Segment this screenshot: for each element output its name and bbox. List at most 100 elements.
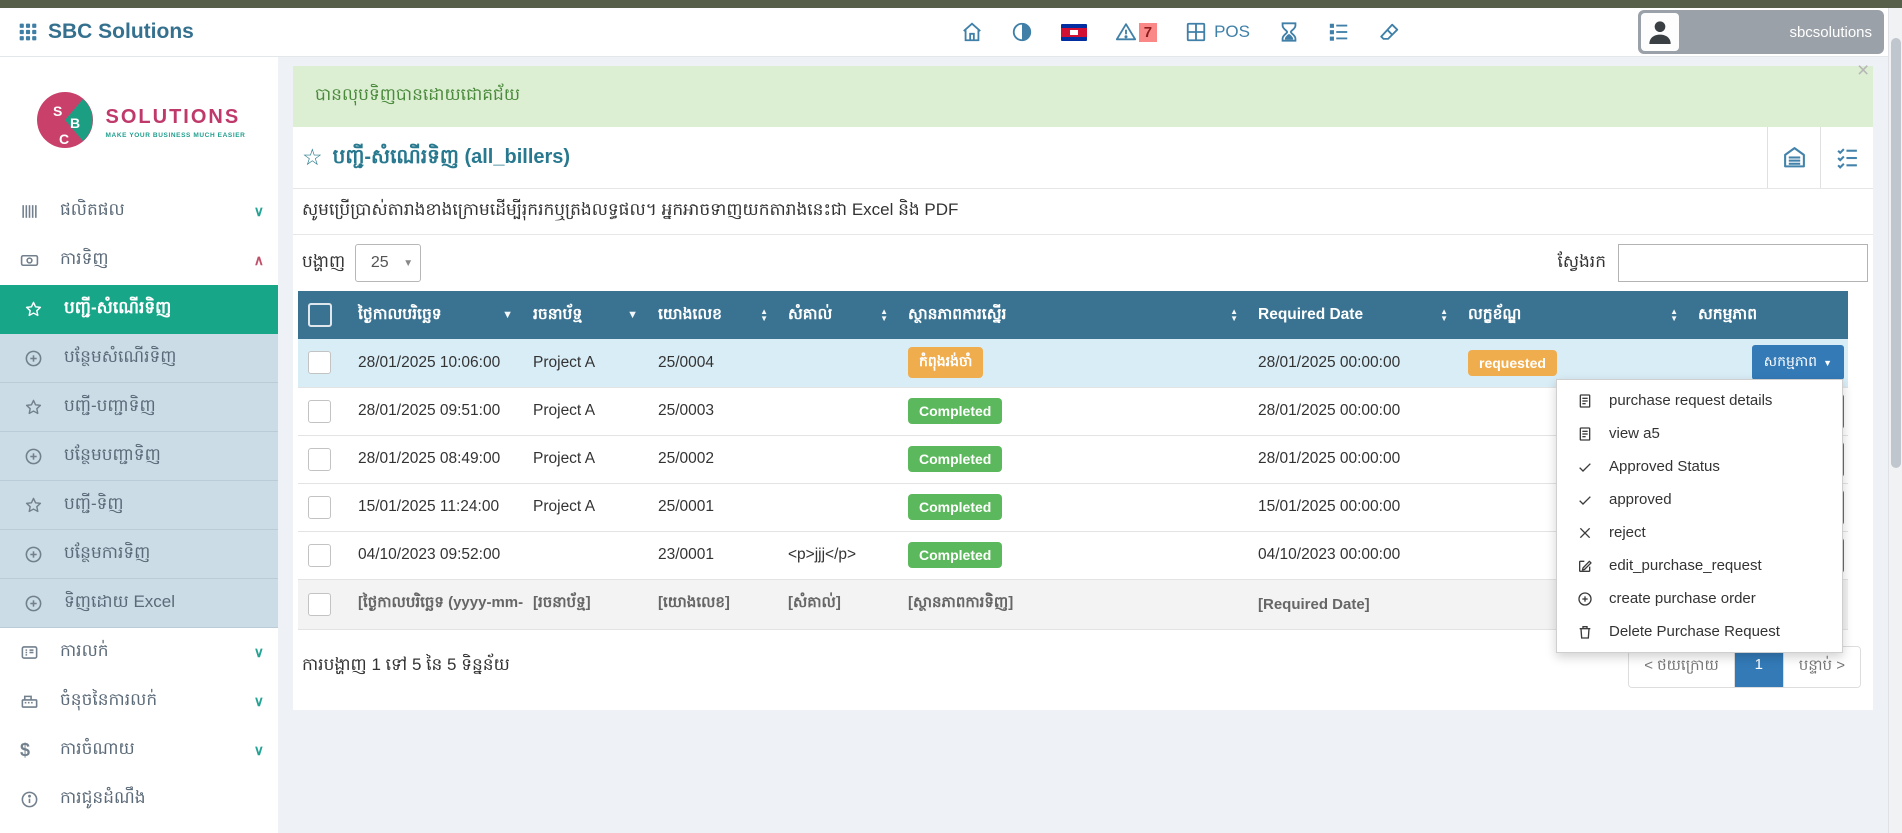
alerts-button[interactable]: 7 — [1115, 21, 1157, 43]
row-checkbox[interactable] — [308, 351, 331, 374]
row-checkbox[interactable] — [308, 496, 331, 519]
dropdown-item[interactable]: Delete Purchase Request — [1557, 615, 1842, 648]
sidebar-item[interactable]: បន្ថែមសំណើរទិញ — [0, 334, 278, 383]
sidebar-item[interactable]: ទិញដោយ Excel — [0, 579, 278, 628]
flag-cambodia-icon[interactable] — [1061, 24, 1087, 41]
row-checkbox[interactable] — [308, 544, 331, 567]
alert-count-badge: 7 — [1139, 23, 1157, 42]
column-header[interactable]: ថ្ងៃកាលបរិច្ឆេទ▼ — [348, 291, 523, 339]
sidebar-item[interactable]: ការជូនដំណឹង — [0, 775, 278, 824]
checkbox-cell — [298, 387, 348, 435]
sidebar-item[interactable]: ផលិតផល∨ — [0, 187, 278, 236]
user-menu[interactable]: sbcsolutions — [1638, 10, 1884, 54]
vertical-scrollbar[interactable] — [1888, 8, 1902, 833]
row-checkbox[interactable] — [308, 448, 331, 471]
dropdown-item[interactable]: view a5 — [1557, 417, 1842, 450]
date-cell: 04/10/2023 09:52:00 — [348, 531, 523, 579]
sidebar-item[interactable]: បញ្ជី-បញ្ជាទិញ — [0, 383, 278, 432]
eraser-icon[interactable] — [1378, 21, 1400, 43]
column-header[interactable]: រចនាប័ទ្ម▼ — [523, 291, 648, 339]
pos-button[interactable]: POS — [1185, 21, 1250, 43]
bars-icon — [20, 202, 46, 221]
column-header[interactable]: យោងលេខ▲▼ — [648, 291, 778, 339]
row-checkbox[interactable] — [308, 593, 331, 616]
sidebar-item-label: ការចំណាយ — [60, 738, 135, 763]
dropdown-item[interactable]: approved — [1557, 483, 1842, 516]
required-date-cell: 28/01/2025 00:00:00 — [1248, 339, 1458, 387]
sidebar-item-label: បញ្ជី-បញ្ជាទិញ — [64, 395, 156, 420]
select-all-checkbox[interactable] — [308, 303, 332, 327]
sidebar-item[interactable]: $ការចំណាយ∨ — [0, 726, 278, 775]
brand[interactable]: SBC Solutions — [18, 20, 194, 44]
row-checkbox[interactable] — [308, 400, 331, 423]
filter-cell[interactable]: [ថ្ងៃកាលបរិច្ឆេទ (yyyy-mm-d — [348, 579, 523, 629]
column-header[interactable]: សំគាល់▲▼ — [778, 291, 898, 339]
filter-cell[interactable]: [ស្ថានភាពការទិញ] — [898, 579, 1248, 629]
status-badge: Completed — [908, 494, 1002, 520]
checkbox-cell — [298, 435, 348, 483]
x-icon — [1577, 525, 1593, 541]
sort-both-icon: ▲▼ — [1230, 308, 1238, 322]
select-all-header[interactable] — [298, 291, 348, 339]
warehouse-icon[interactable] — [1767, 127, 1820, 188]
column-header-label: Required Date — [1258, 306, 1363, 324]
action-button[interactable]: សកម្មភាព▼ — [1752, 345, 1844, 380]
required-date-cell: 15/01/2025 00:00:00 — [1248, 483, 1458, 531]
hourglass-icon[interactable] — [1278, 21, 1300, 43]
dropdown-item[interactable]: Approved Status — [1557, 450, 1842, 483]
filter-cell[interactable]: [សំគាល់] — [778, 579, 898, 629]
list-icon[interactable] — [1328, 21, 1350, 43]
dropdown-item-label: purchase request details — [1609, 392, 1772, 409]
sidebar-item-label: បន្ថែមសំណើរទិញ — [64, 346, 176, 371]
search-input[interactable] — [1618, 244, 1868, 282]
page-length-control: បង្ហាញ 25 ▼ — [302, 244, 421, 282]
plus-circle-icon — [24, 594, 50, 613]
chevron-down-icon: ∨ — [254, 742, 264, 759]
column-header[interactable]: ស្ថានភាពការស្នើរ▲▼ — [898, 291, 1248, 339]
star-icon — [24, 496, 50, 515]
home-icon[interactable] — [961, 21, 983, 43]
dropdown-item-label: approved — [1609, 491, 1672, 508]
sidebar-item[interactable]: ចំនុចនៃការលក់∨ — [0, 677, 278, 726]
sidebar-item[interactable]: បន្ថែមការទិញ — [0, 530, 278, 579]
sidebar-item[interactable]: បញ្ជី-សំណើរទិញ — [0, 285, 278, 334]
style-cell: Project A — [523, 339, 648, 387]
filter-cell[interactable]: [រចនាប័ទ្ម] — [523, 579, 648, 629]
sidebar-item[interactable]: ការលក់∨ — [0, 628, 278, 677]
dropdown-item[interactable]: create purchase order — [1557, 582, 1842, 615]
page-length-select[interactable]: 25 ▼ — [355, 244, 421, 282]
sidebar-item-label: បន្ថែមការទិញ — [64, 542, 150, 567]
dropdown-item[interactable]: reject — [1557, 516, 1842, 549]
reference-cell: 25/0001 — [648, 483, 778, 531]
column-header-label: លក្ខខ័ណ្ឌ — [1468, 304, 1521, 327]
style-cell: Project A — [523, 435, 648, 483]
filter-cell[interactable]: [Required Date] — [1248, 579, 1458, 629]
sidebar-item[interactable]: ការទិញ∧ — [0, 236, 278, 285]
style-cell — [523, 531, 648, 579]
table-description: សូមប្រើប្រាស់តារាងខាងក្រោមដើម្បីរុករកឬត្… — [293, 189, 1873, 235]
dropdown-item[interactable]: edit_purchase_request — [1557, 549, 1842, 582]
sidebar-item[interactable]: បញ្ជី-ទិញ — [0, 481, 278, 530]
checkbox-cell — [298, 483, 348, 531]
sidebar-item[interactable]: បន្ថែមបញ្ជាទិញ — [0, 432, 278, 481]
checklist-icon[interactable] — [1820, 127, 1873, 188]
success-alert: បានលុបទិញបានដោយជោគជ័យ — [293, 66, 1873, 127]
status-badge: Completed — [908, 446, 1002, 472]
svg-text:B: B — [70, 115, 80, 131]
column-header[interactable]: សកម្មភាព — [1688, 291, 1848, 339]
dropdown-item-label: create purchase order — [1609, 590, 1756, 607]
close-icon[interactable]: × — [1857, 59, 1869, 83]
column-header[interactable]: Required Date▲▼ — [1248, 291, 1458, 339]
sidebar-item-label: ការទិញ — [60, 248, 109, 273]
sort-desc-icon: ▼ — [502, 309, 513, 321]
scrollbar-thumb[interactable] — [1891, 38, 1901, 468]
filter-cell[interactable]: [យោងលេខ] — [648, 579, 778, 629]
search-label: ស្វែងរក — [1557, 251, 1606, 276]
card-header: ☆ បញ្ជី-សំណើរទិញ (all_billers) — [293, 127, 1873, 189]
filter-cell[interactable] — [298, 579, 348, 629]
required-date-cell: 28/01/2025 00:00:00 — [1248, 435, 1458, 483]
navbar: SBC Solutions 7 POS sbcsolutions — [0, 8, 1902, 57]
contrast-icon[interactable] — [1011, 21, 1033, 43]
column-header[interactable]: លក្ខខ័ណ្ឌ▲▼ — [1458, 291, 1688, 339]
dropdown-item[interactable]: purchase request details — [1557, 384, 1842, 417]
